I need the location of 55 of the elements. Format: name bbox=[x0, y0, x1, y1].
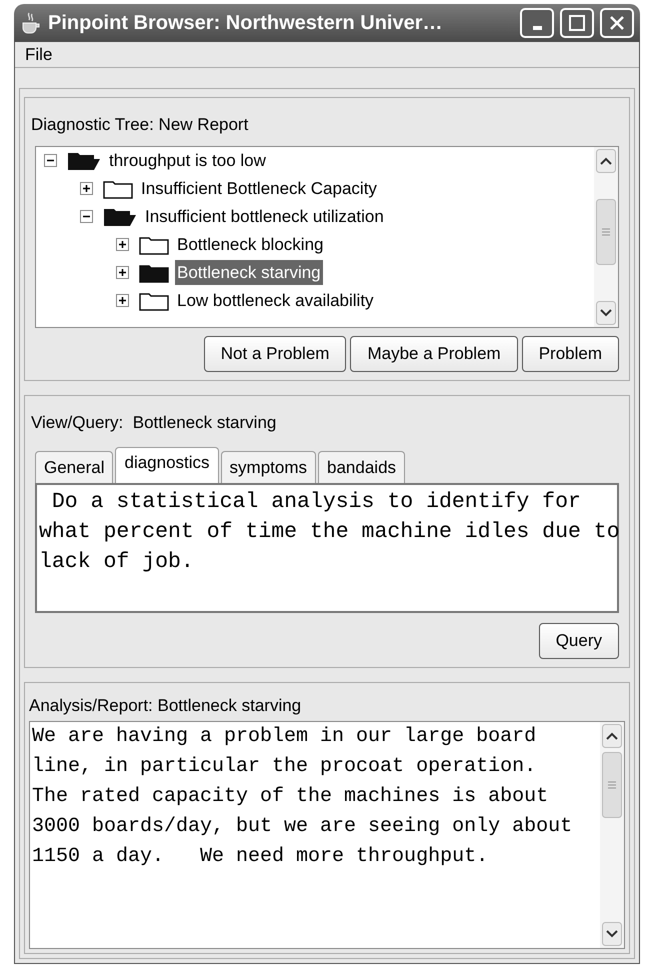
expand-icon[interactable] bbox=[116, 294, 129, 307]
query-text-area[interactable]: Do a statistical analysis to identify for what percent of time the machine idles due to lack of job. bbox=[35, 483, 619, 613]
scroll-down-icon[interactable] bbox=[596, 300, 616, 324]
folder-icon bbox=[139, 290, 169, 310]
text-line: Do a statistical analysis to identify for bbox=[50, 489, 582, 516]
panel-title: Diagnostic Tree: New Report bbox=[30, 114, 250, 136]
tab[interactable]: bandaids bbox=[318, 451, 406, 483]
report-text-area[interactable] bbox=[29, 720, 625, 949]
text-line: The rated capacity of the machines is about bbox=[32, 784, 550, 810]
open-folder-icon bbox=[67, 150, 101, 170]
folder-icon bbox=[103, 178, 133, 198]
tree-item[interactable]: Bottleneck starving bbox=[175, 260, 323, 286]
panel-title: Analysis/Report: Bottleneck starving bbox=[29, 695, 302, 717]
scrollbar[interactable] bbox=[594, 146, 618, 326]
scrollbar[interactable] bbox=[600, 722, 624, 948]
query-button[interactable]: Query bbox=[538, 623, 619, 659]
expand-icon[interactable] bbox=[116, 238, 129, 251]
expand-icon[interactable] bbox=[116, 266, 129, 279]
tree-item[interactable]: Low bottleneck availability bbox=[175, 288, 376, 314]
close-icon bbox=[608, 14, 626, 32]
folder-icon bbox=[139, 262, 169, 282]
scroll-thumb[interactable] bbox=[596, 198, 616, 264]
collapse-icon[interactable] bbox=[44, 154, 57, 167]
text-line: 1150 a day. We need more throughput. bbox=[32, 844, 490, 870]
tab[interactable]: diagnostics bbox=[115, 447, 219, 483]
open-folder-icon bbox=[103, 206, 137, 226]
text-line: lack of job. bbox=[39, 549, 195, 576]
tree-item[interactable]: Bottleneck blocking bbox=[175, 232, 326, 258]
text-line: 3000 boards/day, but we are seeing only about bbox=[32, 814, 574, 840]
text-line: We are having a problem in our large board bbox=[32, 724, 538, 750]
scroll-up-icon[interactable] bbox=[596, 148, 616, 172]
tree-item[interactable]: Insufficient Bottleneck Capacity bbox=[139, 176, 379, 202]
collapse-icon[interactable] bbox=[80, 210, 93, 223]
tree-item[interactable]: throughput is too low bbox=[107, 148, 268, 174]
tab[interactable]: General bbox=[35, 451, 114, 483]
problem-button[interactable]: Not a Problem bbox=[204, 336, 346, 372]
problem-button[interactable]: Problem bbox=[522, 336, 619, 372]
tree-item[interactable]: Insufficient bottleneck utilization bbox=[143, 204, 386, 230]
menu-item[interactable]: File bbox=[25, 42, 52, 68]
minimize-button[interactable] bbox=[520, 8, 554, 38]
text-line: line, in particular the procoat operation. bbox=[32, 754, 538, 780]
close-button[interactable] bbox=[600, 8, 634, 38]
scroll-thumb[interactable] bbox=[602, 752, 622, 818]
folder-icon bbox=[139, 234, 169, 254]
scroll-down-icon[interactable] bbox=[602, 922, 622, 946]
problem-button[interactable]: Maybe a Problem bbox=[350, 336, 518, 372]
expand-icon[interactable] bbox=[80, 182, 93, 195]
maximize-icon bbox=[568, 14, 586, 32]
tab[interactable]: symptoms bbox=[220, 451, 316, 483]
scroll-up-icon[interactable] bbox=[602, 724, 622, 748]
window-title: Pinpoint Browser: Northwestern Univer… bbox=[48, 11, 444, 36]
coffee-cup-icon bbox=[20, 11, 42, 35]
panel-title: View/Query: Bottleneck starving bbox=[30, 412, 278, 434]
maximize-button[interactable] bbox=[560, 8, 594, 38]
minimize-icon bbox=[532, 26, 542, 30]
